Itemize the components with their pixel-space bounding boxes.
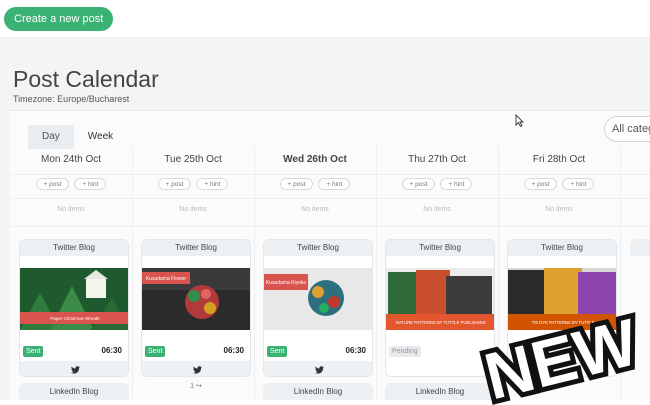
day-actions: + post + hint xyxy=(254,178,376,190)
day-header: Fri 28th Oct xyxy=(532,154,586,165)
no-items-label: No items xyxy=(423,206,451,213)
category-filter-dropdown[interactable]: All categ xyxy=(604,116,650,142)
page-title: Post Calendar xyxy=(13,66,159,92)
add-hint-button[interactable]: + hint xyxy=(74,178,107,190)
day-actions: + post + hint xyxy=(10,178,132,190)
post-image-caption: Kusudama Flower xyxy=(146,276,187,282)
add-post-button[interactable]: + post xyxy=(401,178,436,190)
status-badge: Sent xyxy=(267,346,288,357)
timezone-label: Timezone: Europe/Bucharest xyxy=(13,94,130,104)
card-account-name: Twitter Blog xyxy=(508,240,616,256)
post-time: 06:30 xyxy=(223,346,244,355)
add-post-button[interactable]: + post xyxy=(279,178,314,190)
post-image-caption: Paper Christmas Wreath xyxy=(50,316,100,321)
day-header-today: Wed 26th Oct xyxy=(283,154,347,165)
day-header: Thu 27th Oct xyxy=(408,154,466,165)
post-card-partial[interactable] xyxy=(630,239,650,256)
post-card-linkedin[interactable]: LinkedIn Blog xyxy=(19,383,129,400)
no-items-label: No items xyxy=(57,206,85,213)
post-image: Kusudama Flower xyxy=(142,268,250,330)
status-badge: Pending xyxy=(389,346,421,357)
add-post-button[interactable]: + post xyxy=(35,178,70,190)
post-card[interactable]: Twitter Blog Paper Christmas Wreath Sent… xyxy=(19,239,129,377)
post-image: Paper Christmas Wreath xyxy=(20,268,128,330)
day-column-wed: Wed 26th Oct + post + hint No items Twit… xyxy=(254,146,376,400)
card-footer xyxy=(264,361,372,376)
day-column-tue: Tue 25th Oct + post + hint No items Twit… xyxy=(132,146,254,400)
add-post-button[interactable]: + post xyxy=(157,178,192,190)
no-items-label: No items xyxy=(545,206,573,213)
mouse-pointer-icon xyxy=(515,114,524,127)
day-column-mon: Mon 24th Oct + post + hint No items Twit… xyxy=(10,146,132,400)
add-hint-button[interactable]: + hint xyxy=(196,178,229,190)
day-header: Tue 25th Oct xyxy=(164,154,222,165)
card-account-name: Twitter Blog xyxy=(20,240,128,256)
day-actions: + post + hint xyxy=(498,178,620,190)
post-image: Kusudama Kiyoko xyxy=(264,268,372,330)
share-count: 1 ↪ xyxy=(190,383,202,390)
card-footer xyxy=(20,361,128,376)
card-footer xyxy=(142,361,250,376)
top-toolbar: Create a new post xyxy=(0,0,650,38)
day-header: Mon 24th Oct xyxy=(40,154,102,165)
status-badge: Sent xyxy=(23,346,44,357)
post-card[interactable]: Twitter Blog Kusudama Kiyoko Sent 06:30 xyxy=(263,239,373,377)
post-time: 06:30 xyxy=(345,346,366,355)
twitter-bird-icon xyxy=(314,366,324,374)
card-account-name: Twitter Blog xyxy=(264,240,372,256)
add-hint-button[interactable]: + hint xyxy=(562,178,595,190)
twitter-bird-icon xyxy=(70,366,80,374)
post-card-linkedin[interactable]: LinkedIn Blog xyxy=(263,383,373,400)
day-actions: + post + hint xyxy=(132,178,254,190)
add-post-button[interactable]: + post xyxy=(523,178,558,190)
create-post-button[interactable]: Create a new post xyxy=(4,7,114,31)
post-image-caption: Kusudama Kiyoko xyxy=(266,280,307,286)
no-items-label: No items xyxy=(179,206,207,213)
post-time: 06:30 xyxy=(101,346,122,355)
post-card[interactable]: Twitter Blog Kusudama Flower Sent 06:30 xyxy=(141,239,251,377)
add-hint-button[interactable]: + hint xyxy=(318,178,351,190)
day-actions: + post + hint xyxy=(376,178,498,190)
add-hint-button[interactable]: + hint xyxy=(440,178,473,190)
no-items-label: No items xyxy=(301,206,329,213)
card-account-name: Twitter Blog xyxy=(142,240,250,256)
card-account-name: Twitter Blog xyxy=(386,240,494,256)
twitter-bird-icon xyxy=(192,366,202,374)
new-badge: NEW xyxy=(472,305,650,405)
status-badge: Sent xyxy=(145,346,166,357)
new-badge-text: NEW xyxy=(477,305,645,405)
